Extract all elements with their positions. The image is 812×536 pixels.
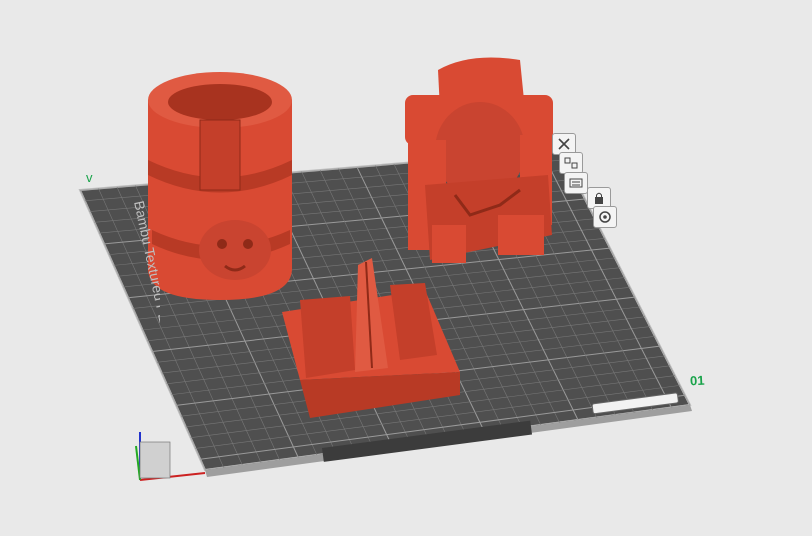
- model-aztec-throne-figure[interactable]: [405, 57, 553, 263]
- orient-plate-button[interactable]: [564, 172, 588, 194]
- bed-label-text: Bambu Textured PEI Plate: [131, 199, 160, 363]
- settings-icon: [599, 211, 611, 223]
- model-aztec-cup[interactable]: [148, 72, 292, 300]
- 3d-viewport[interactable]: v Bambu Textured PEI Plate 01: [0, 0, 812, 536]
- plate-settings-button[interactable]: [593, 206, 617, 228]
- plate-corner-marker: v: [86, 170, 93, 185]
- bed-label: Bambu Textured PEI Plate: [131, 199, 160, 363]
- lock-icon: [595, 192, 603, 204]
- close-icon: [558, 138, 570, 150]
- arrange-icon: [564, 157, 578, 169]
- orient-icon: [569, 178, 583, 188]
- plate-number: 01: [689, 372, 705, 389]
- arrange-plate-button[interactable]: [559, 152, 583, 174]
